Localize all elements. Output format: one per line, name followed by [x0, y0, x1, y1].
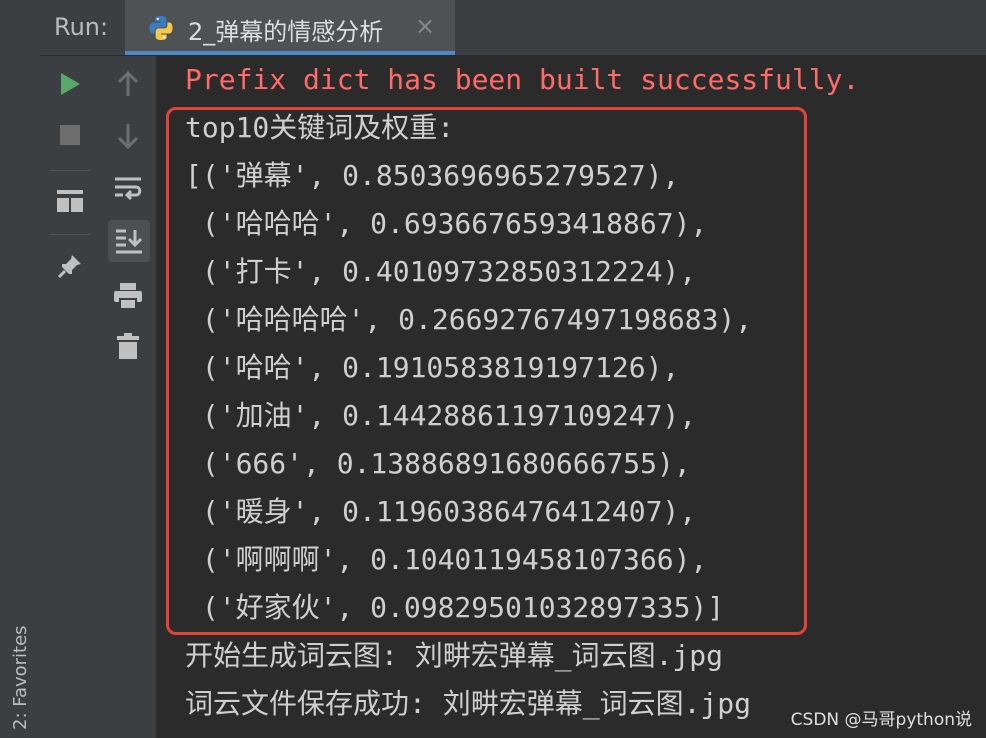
print-button[interactable]: [108, 276, 148, 316]
left-tool-strip: 2: Favorites: [0, 0, 41, 738]
close-icon[interactable]: ×: [415, 12, 435, 40]
run-tab-title: 2_弹幕的情感分析: [188, 18, 384, 46]
layout-icon: [57, 190, 83, 212]
trash-icon: [117, 333, 139, 359]
pin-icon: [57, 255, 81, 279]
soft-wrap-icon: [115, 177, 142, 200]
toolbar-separator: [50, 234, 90, 235]
play-icon: [61, 73, 80, 95]
python-icon: [149, 16, 173, 40]
scroll-to-end-icon: [116, 229, 143, 254]
favorites-tab[interactable]: 2: Favorites: [8, 600, 32, 730]
stop-button[interactable]: [50, 115, 90, 155]
stop-icon: [60, 125, 80, 145]
active-tab-indicator: [125, 51, 455, 55]
console-line: 开始生成词云图: 刘畊宏弹幕_词云图.jpg: [185, 639, 724, 672]
print-icon: [114, 283, 142, 309]
scroll-up-button[interactable]: [108, 64, 148, 104]
pin-tab-button[interactable]: [50, 246, 90, 286]
console-line: 词云文件保存成功: 刘畊宏弹幕_词云图.jpg: [185, 687, 752, 720]
console-output[interactable]: Prefix dict has been built successfully.…: [157, 56, 986, 738]
scroll-down-button[interactable]: [108, 116, 148, 156]
scroll-to-end-button[interactable]: [108, 220, 150, 262]
run-toolbar-primary: [40, 56, 100, 738]
soft-wrap-button[interactable]: [108, 168, 148, 208]
layout-button[interactable]: [50, 181, 90, 221]
clear-all-button[interactable]: [108, 326, 148, 366]
favorites-tab-label: 2: Favorites: [10, 625, 31, 730]
run-tab[interactable]: 2_弹幕的情感分析 ×: [125, 0, 455, 55]
toolbar-separator: [50, 170, 90, 171]
highlight-box: [166, 107, 807, 635]
run-toolbar-secondary: [100, 56, 157, 738]
run-label: Run:: [54, 13, 109, 41]
run-panel-header: Run: 2_弹幕的情感分析 ×: [40, 0, 986, 56]
watermark: CSDN @马哥python说: [790, 710, 972, 730]
console-line: Prefix dict has been built successfully.: [185, 63, 860, 96]
arrow-down-icon: [117, 124, 139, 149]
rerun-button[interactable]: [50, 64, 90, 104]
arrow-up-icon: [117, 71, 139, 96]
